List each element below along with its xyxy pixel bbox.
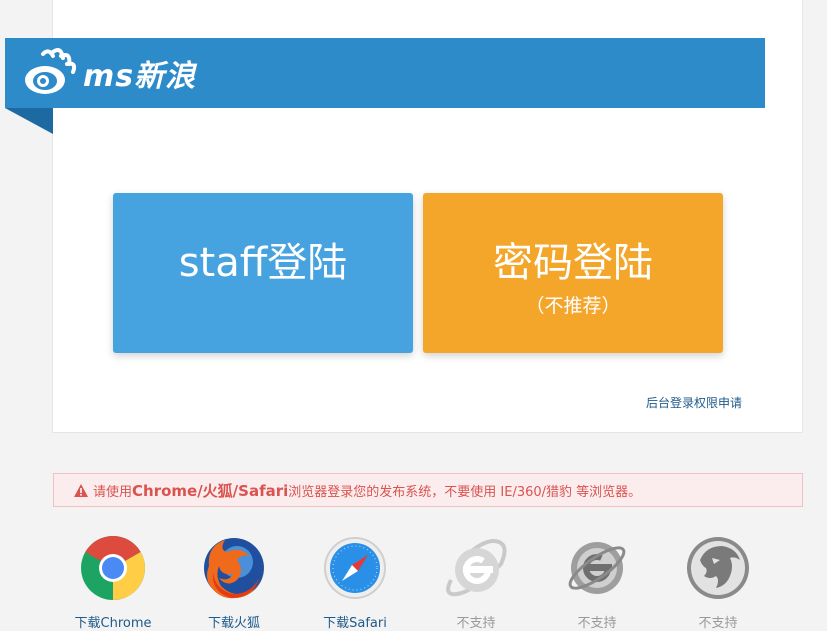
warning-browsers: Chrome/火狐/Safari [132,481,289,500]
ie-old-unsupported: 不支持 [547,536,647,631]
ie-unsupported: 不支持 [426,536,526,631]
password-login-label: 密码登陆 [493,240,653,286]
ie-old-icon [568,542,626,594]
download-safari[interactable]: 下载Safari [305,536,405,631]
browser-warning: 请使用 Chrome/火狐/Safari 浏览器登录您的发布系统，不要使用 IE/3… [53,473,803,507]
password-login-button[interactable]: 密码登陆 （不推荐） [423,193,723,353]
permission-apply-link[interactable]: 后台登录权限申请 [646,394,742,411]
download-chrome[interactable]: 下载Chrome [63,536,163,631]
header-ribbon: ms新浪 [5,38,765,108]
staff-login-label: staff登陆 [178,240,348,286]
download-firefox[interactable]: 下载火狐 [184,536,284,631]
sina-eye-icon [25,48,77,94]
download-firefox-label: 下载火狐 [207,616,260,631]
warning-prefix: 请使用 [93,484,133,500]
cheetah-icon [687,537,749,599]
cheetah-unsupported-label: 不支持 [698,616,738,631]
safari-icon [324,537,386,599]
warning-suffix: 浏览器登录您的发布系统，不要使用 IE/360/猎豹 等浏览器。 [288,484,642,500]
cheetah-unsupported: 不支持 [668,536,768,631]
brand-text: ms新浪 [83,59,197,94]
warning-icon [74,483,88,497]
ie-unsupported-label: 不支持 [456,616,496,631]
logo: ms新浪 [23,46,196,100]
firefox-icon [204,538,264,599]
ribbon-fold [5,108,53,134]
password-login-note: （不推荐） [525,295,621,317]
ie-icon [446,539,507,597]
ie-old-unsupported-label: 不支持 [577,616,617,631]
download-safari-label: 下载Safari [323,616,387,631]
staff-login-button[interactable]: staff登陆 [113,193,413,353]
download-chrome-label: 下载Chrome [74,616,152,631]
chrome-icon [81,536,145,600]
